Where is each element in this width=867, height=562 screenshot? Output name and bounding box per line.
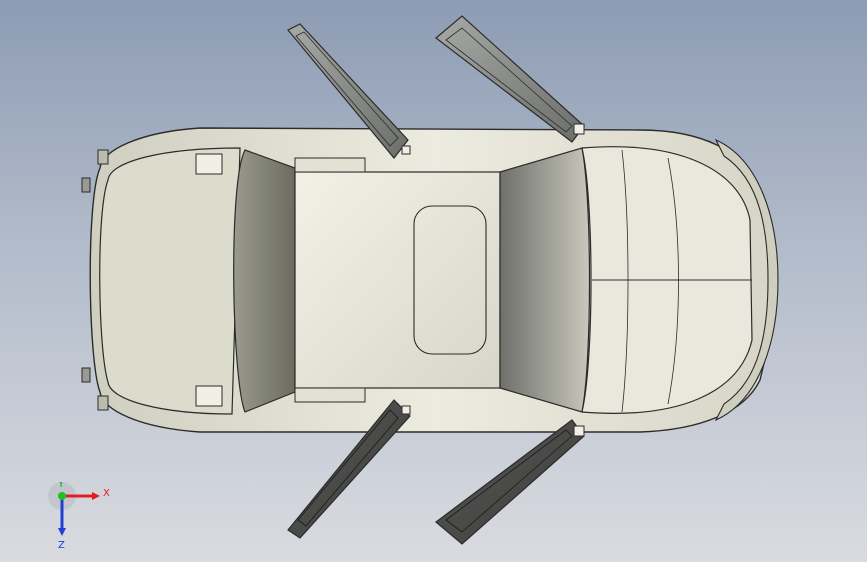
front-windshield[interactable] — [233, 149, 296, 413]
door-rear-right-open[interactable] — [435, 419, 585, 545]
3d-viewport[interactable]: X Y Z — [0, 0, 867, 562]
sill-front-bottom — [294, 387, 366, 403]
front-light-bottom — [81, 367, 91, 383]
front-light-top — [81, 177, 91, 193]
triad-y-axis — [58, 492, 66, 500]
rear-window[interactable] — [499, 147, 591, 413]
triad-x-arrow — [92, 492, 100, 500]
front-mount-bottom — [97, 395, 109, 411]
triad-x-label: X — [103, 488, 110, 499]
hinge-front-top — [195, 153, 223, 175]
triad-y-label: Y — [57, 482, 65, 490]
front-mount-top — [97, 149, 109, 165]
triad-z-label: Z — [58, 540, 65, 551]
car-model-top-view[interactable] — [0, 0, 867, 562]
sill-front-top — [294, 157, 366, 173]
triad-z-arrow — [58, 528, 66, 536]
hinge-front-bottom — [195, 385, 223, 407]
hood-panel[interactable] — [99, 147, 241, 415]
roof-panel[interactable] — [294, 171, 501, 389]
door-rear-left-open[interactable] — [435, 15, 585, 143]
coordinate-triad: X Y Z — [40, 479, 120, 552]
